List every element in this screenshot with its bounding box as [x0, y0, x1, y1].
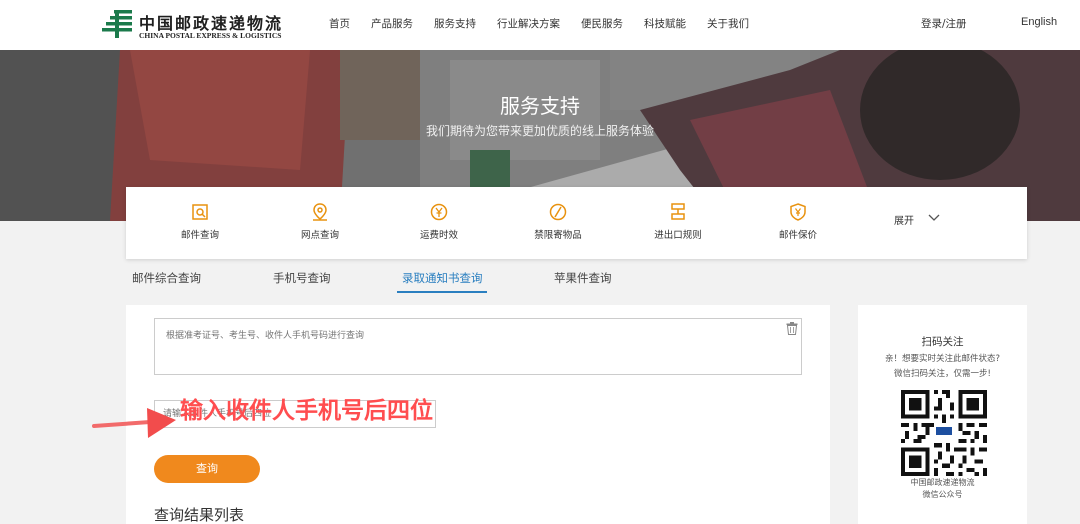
qr-description-line2: 微信扫码关注，仅需一步! [894, 369, 991, 379]
nav-item-home[interactable]: 首页 [329, 16, 350, 31]
service-prohibited-items[interactable]: 禁限寄物品 [513, 203, 603, 241]
service-import-export-rules[interactable]: 进出口规则 [633, 203, 723, 241]
service-label: 禁限寄物品 [534, 230, 582, 241]
tab-phone-query[interactable]: 手机号查询 [273, 270, 331, 286]
chevron-down-icon[interactable] [928, 213, 940, 223]
shield-yen-icon [790, 203, 806, 221]
query-tabs: 邮件综合查询 手机号查询 录取通知书查询 苹果件查询 [126, 270, 766, 294]
location-pin-icon [313, 203, 327, 221]
service-label: 运费时效 [419, 230, 458, 241]
service-label: 邮件保价 [778, 230, 817, 241]
import-export-icon [671, 203, 685, 220]
qr-follow-card: 扫码关注 亲！想要实时关注此邮件状态? 微信扫码关注，仅需一步! 中国邮政速递物… [858, 305, 1027, 524]
active-tab-indicator [397, 291, 487, 293]
wechat-qr-code [901, 390, 987, 476]
query-number-textarea[interactable] [154, 318, 802, 375]
trash-icon[interactable] [786, 322, 798, 335]
tab-apple-query[interactable]: 苹果件查询 [554, 270, 612, 286]
hero-subtitle: 我们期待为您带来更加优质的线上服务体验 [425, 124, 654, 138]
nav-item-products[interactable]: 产品服务 [371, 16, 413, 31]
logo-english-name[interactable]: CHINA POSTAL EXPRESS & LOGISTICS [139, 31, 281, 40]
service-label: 邮件查询 [180, 230, 219, 241]
tab-general-query[interactable]: 邮件综合查询 [132, 270, 201, 286]
nav-item-convenience[interactable]: 便民服务 [581, 16, 623, 31]
service-insured-mail[interactable]: 邮件保价 [753, 203, 843, 241]
qr-caption-line1: 中国邮政速递物流 [910, 478, 975, 487]
service-mail-query[interactable]: 邮件查询 [155, 203, 245, 241]
hero-title: 服务支持 [500, 94, 580, 118]
tab-admission-letter-query[interactable]: 录取通知书查询 [402, 270, 483, 286]
yen-clock-icon [430, 203, 448, 221]
language-switch[interactable]: English [1021, 16, 1057, 28]
service-outlet-query[interactable]: 网点查询 [275, 203, 365, 241]
query-button[interactable]: 查询 [154, 455, 260, 483]
mail-search-icon [192, 204, 208, 220]
login-register-link[interactable]: 登录/注册 [921, 16, 967, 31]
service-label: 网点查询 [300, 230, 339, 241]
service-shortcut-bar: 邮件查询 网点查询 运费时效 禁限寄物品 进出口规则 邮件保价 展开 [126, 187, 1027, 259]
main-nav: 首页 产品服务 服务支持 行业解决方案 便民服务 科技赋能 关于我们 [329, 16, 749, 31]
nav-item-industry-solutions[interactable]: 行业解决方案 [497, 16, 560, 31]
top-header: 中国邮政速递物流 CHINA POSTAL EXPRESS & LOGISTIC… [0, 0, 1080, 50]
service-freight-time[interactable]: 运费时效 [394, 203, 484, 241]
result-list-title: 查询结果列表 [154, 506, 245, 524]
nav-item-about[interactable]: 关于我们 [707, 16, 749, 31]
prohibited-icon [549, 203, 567, 221]
service-label: 进出口规则 [654, 230, 702, 241]
annotation-arrow-icon [92, 408, 176, 438]
annotation-text: 输入收件人手机号后四位 [180, 398, 433, 424]
china-post-logo-icon[interactable] [102, 9, 134, 39]
qr-title: 扫码关注 [921, 336, 964, 348]
nav-item-technology[interactable]: 科技赋能 [644, 16, 686, 31]
nav-item-service-support[interactable]: 服务支持 [434, 16, 476, 31]
qr-description-line1: 亲！想要实时关注此邮件状态? [884, 354, 1000, 364]
expand-button[interactable]: 展开 [894, 212, 914, 227]
qr-caption-line2: 微信公众号 [922, 490, 963, 499]
